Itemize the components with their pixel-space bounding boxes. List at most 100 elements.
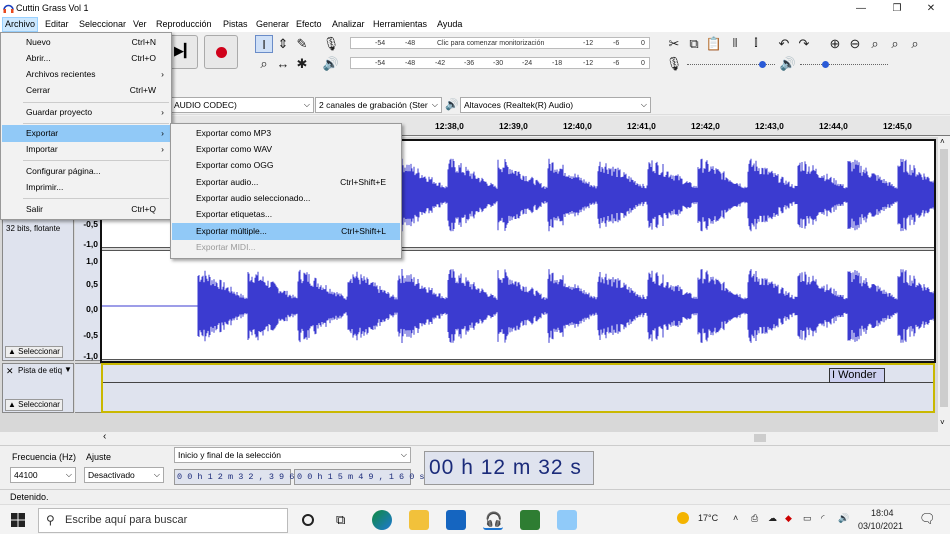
menu-generar[interactable]: Generar xyxy=(254,17,291,32)
menu-item-abrir[interactable]: Abrir... Ctrl+O xyxy=(2,50,170,67)
timeshift-tool-icon[interactable]: ↔ xyxy=(274,55,292,73)
label-track[interactable]: I Wonder xyxy=(101,363,935,413)
tray-chevron-icon[interactable]: ˄ xyxy=(733,513,738,523)
silence-icon[interactable]: ⫿ xyxy=(747,35,765,53)
menu-herramientas[interactable]: Herramientas xyxy=(371,17,429,32)
volume-icon[interactable]: 🔊 xyxy=(838,513,849,524)
draw-tool-icon[interactable]: ✎ xyxy=(293,35,311,53)
task-view-icon[interactable]: ⧉ xyxy=(336,512,345,528)
close-icon[interactable]: ✕ xyxy=(6,366,14,377)
zoom-out-icon[interactable]: ⊖ xyxy=(846,35,864,53)
trim-icon[interactable]: ⫼ xyxy=(726,35,744,53)
menu-item-exportar[interactable]: Exportar › xyxy=(2,125,170,142)
label-track-panel[interactable]: ✕ Pista de etiq ▼ ▲ Seleccionar xyxy=(2,363,74,413)
menu-item-configurar[interactable]: Configurar página... xyxy=(2,163,170,180)
maximize-button[interactable]: ❐ xyxy=(882,0,912,17)
scroll-left-icon[interactable]: ‹ xyxy=(103,431,106,442)
recording-device-select[interactable]: AUDIO CODEC) ⌵ xyxy=(170,97,314,113)
scroll-thumb[interactable] xyxy=(754,434,766,442)
menu-item-guardar[interactable]: Guardar proyecto › xyxy=(2,104,170,121)
scroll-down-icon[interactable]: ˅ xyxy=(940,418,945,427)
paint-icon[interactable] xyxy=(557,510,577,530)
menu-item-importar[interactable]: Importar › xyxy=(2,141,170,158)
menu-item-export-ogg[interactable]: Exportar como OGG xyxy=(172,157,400,174)
windows-start-icon[interactable] xyxy=(11,513,25,527)
tray-alert-icon[interactable]: ◆ xyxy=(785,513,792,524)
record-volume-slider[interactable] xyxy=(687,61,775,68)
fit-project-icon[interactable]: ⌕ xyxy=(886,35,904,53)
project-rate-select[interactable]: 44100 ⌵ xyxy=(10,467,76,483)
menu-pistas[interactable]: Pistas xyxy=(221,17,250,32)
menu-item-export-selected[interactable]: Exportar audio seleccionado... xyxy=(172,190,400,207)
clock-time[interactable]: 18:04 xyxy=(871,508,894,518)
redo-icon[interactable]: ↷ xyxy=(795,35,813,53)
audio-position-display[interactable]: 00 h 12 m 32 s xyxy=(424,451,594,485)
envelope-tool-icon[interactable]: ⇕ xyxy=(274,35,292,53)
minimize-button[interactable]: — xyxy=(846,0,876,17)
snap-select[interactable]: Desactivado ⌵ xyxy=(84,467,164,483)
battery-icon[interactable]: ▭ xyxy=(803,513,812,524)
vertical-scrollbar[interactable]: ˄ ˅ xyxy=(938,137,950,432)
publisher-icon[interactable] xyxy=(520,510,540,530)
speaker-icon[interactable]: 🔊 xyxy=(322,55,340,73)
edge-icon[interactable] xyxy=(372,510,392,530)
zoom-toggle-icon[interactable]: ⌕ xyxy=(906,35,924,53)
wifi-icon[interactable]: ◜ xyxy=(821,513,825,524)
selection-mode-select[interactable]: Inicio y final de la selección ⌵ xyxy=(174,447,411,463)
menu-item-imprimir[interactable]: Imprimir... xyxy=(2,179,170,196)
fit-selection-icon[interactable]: ⌕ xyxy=(866,35,884,53)
mail-icon[interactable] xyxy=(446,510,466,530)
cloud-icon[interactable]: ☁ xyxy=(768,513,777,524)
undo-icon[interactable]: ↶ xyxy=(775,35,793,53)
weather-temp[interactable]: 17°C xyxy=(698,513,718,523)
scroll-up-icon[interactable]: ˄ xyxy=(940,137,945,146)
menu-archivo[interactable]: Archivo xyxy=(2,17,39,32)
record-button[interactable] xyxy=(204,35,238,69)
waveform-right-channel[interactable] xyxy=(101,250,935,360)
menu-seleccionar[interactable]: Seleccionar xyxy=(77,17,128,32)
close-button[interactable]: ✕ xyxy=(916,0,946,17)
slider-thumb[interactable] xyxy=(759,61,766,68)
menu-item-export-mp3[interactable]: Exportar como MP3 xyxy=(172,125,400,142)
horizontal-scrollbar[interactable]: ‹ xyxy=(100,431,950,444)
track-select-button[interactable]: ▲ Seleccionar xyxy=(5,346,63,358)
selection-start-time[interactable]: 0 0 h 1 2 m 3 2 , 3 9 6 s xyxy=(174,469,305,485)
tray-app-icon[interactable]: ⎙ xyxy=(751,513,758,524)
audacity-taskbar-icon[interactable]: 🎧 xyxy=(483,510,503,530)
copy-icon[interactable]: ⧉ xyxy=(685,35,703,53)
selection-tool-icon[interactable]: I xyxy=(255,35,273,53)
label-track-name[interactable]: Pista de etiq xyxy=(18,366,62,375)
cortana-icon[interactable] xyxy=(302,514,314,526)
menu-item-cerrar[interactable]: Cerrar Ctrl+W xyxy=(2,82,170,99)
menu-ver[interactable]: Ver xyxy=(131,17,149,32)
chevron-down-icon[interactable]: ▼ xyxy=(64,365,72,374)
menu-item-export-audio[interactable]: Exportar audio... Ctrl+Shift+E xyxy=(172,174,400,191)
menu-efecto[interactable]: Efecto xyxy=(294,17,324,32)
playback-volume-slider[interactable] xyxy=(800,61,888,68)
file-explorer-icon[interactable] xyxy=(409,510,429,530)
menu-analizar[interactable]: Analizar xyxy=(330,17,367,32)
slider-thumb[interactable] xyxy=(822,61,829,68)
microphone-icon[interactable]: 🎙 xyxy=(322,35,340,53)
scroll-thumb[interactable] xyxy=(940,149,948,407)
menu-item-salir[interactable]: Salir Ctrl+Q xyxy=(2,201,170,218)
paste-icon[interactable]: 📋 xyxy=(705,35,723,53)
menu-reproduccion[interactable]: Reproducción xyxy=(154,17,214,32)
taskbar-search-input[interactable]: ⚲ Escribe aquí para buscar xyxy=(38,508,288,533)
menu-item-recientes[interactable]: Archivos recientes › xyxy=(2,66,170,83)
zoom-in-icon[interactable]: ⊕ xyxy=(826,35,844,53)
menu-item-nuevo[interactable]: Nuevo Ctrl+N xyxy=(2,34,170,51)
zoom-tool-icon[interactable]: ⌕ xyxy=(255,55,273,73)
menu-item-export-multiple[interactable]: Exportar múltiple... Ctrl+Shift+L xyxy=(172,223,400,240)
playback-device-select[interactable]: Altavoces (Realtek(R) Audio) ⌵ xyxy=(460,97,651,113)
clock-date[interactable]: 03/10/2021 xyxy=(858,521,903,531)
label-i-wonder[interactable]: I Wonder xyxy=(829,368,885,383)
selection-end-time[interactable]: 0 0 h 1 5 m 4 9 , 1 6 0 s xyxy=(294,469,425,485)
record-meter[interactable]: -54 -48 Clic para comenzar monitorizació… xyxy=(350,37,650,49)
playback-meter[interactable]: -54 -48 -42 -36 -30 -24 -18 -12 -6 0 xyxy=(350,57,650,69)
label-select-button[interactable]: ▲ Seleccionar xyxy=(5,399,63,411)
channels-select[interactable]: 2 canales de grabación (Ster ⌵ xyxy=(315,97,442,113)
menu-item-export-labels[interactable]: Exportar etiquetas... xyxy=(172,206,400,223)
cut-icon[interactable]: ✂ xyxy=(665,35,683,53)
menu-ayuda[interactable]: Ayuda xyxy=(435,17,464,32)
